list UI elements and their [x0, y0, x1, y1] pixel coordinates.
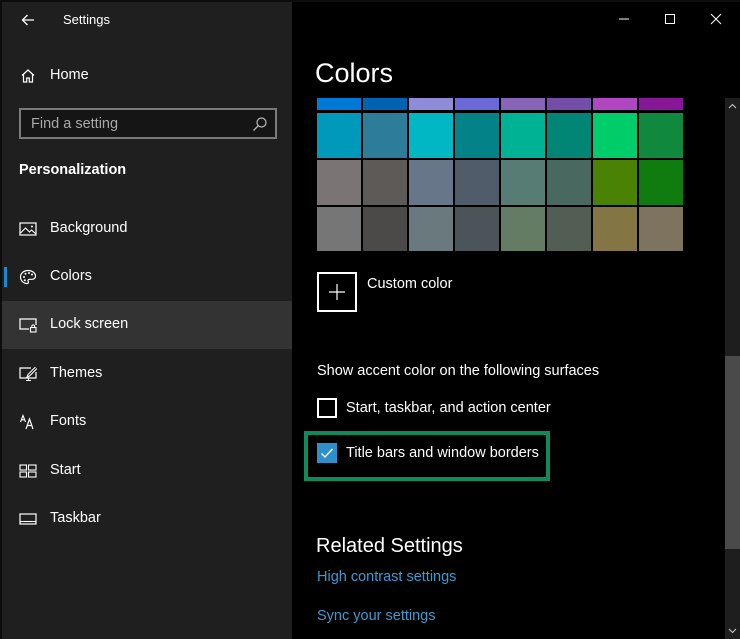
- main-content: Colors Custom color Show accent color on…: [292, 2, 740, 639]
- start-icon: [19, 464, 37, 478]
- sidebar: Settings Home Personalization Background…: [2, 2, 292, 639]
- color-swatch[interactable]: [455, 113, 499, 158]
- color-swatch[interactable]: [363, 160, 407, 205]
- sidebar-item-fonts[interactable]: Fonts: [2, 398, 292, 446]
- chevron-down-icon: [728, 628, 737, 634]
- start-taskbar-checkbox-row[interactable]: Start, taskbar, and action center: [317, 397, 551, 419]
- sidebar-item-colors[interactable]: Colors: [2, 253, 292, 301]
- sidebar-item-label: Taskbar: [50, 510, 101, 526]
- taskbar-icon: [19, 513, 37, 525]
- color-swatch[interactable]: [455, 160, 499, 205]
- color-swatch[interactable]: [455, 98, 499, 110]
- chevron-up-icon: [728, 103, 737, 109]
- color-swatch[interactable]: [363, 113, 407, 158]
- custom-color-button[interactable]: [317, 272, 357, 312]
- color-swatch[interactable]: [409, 113, 453, 158]
- search-box[interactable]: [19, 108, 277, 139]
- maximize-icon: [665, 14, 675, 24]
- home-nav-item[interactable]: Home: [2, 60, 292, 92]
- scroll-up-button[interactable]: [725, 98, 740, 114]
- title-bars-checkbox[interactable]: [317, 443, 337, 463]
- scroll-thumb[interactable]: [725, 356, 740, 549]
- sidebar-item-lock-screen[interactable]: Lock screen: [2, 301, 292, 349]
- high-contrast-link[interactable]: High contrast settings: [317, 569, 456, 585]
- color-swatch[interactable]: [317, 113, 361, 158]
- app-title: Settings: [63, 12, 110, 27]
- maximize-button[interactable]: [647, 2, 693, 36]
- themes-icon: [19, 366, 37, 382]
- settings-window: Settings Home Personalization Background…: [0, 0, 740, 639]
- sync-settings-link[interactable]: Sync your settings: [317, 608, 435, 624]
- color-swatch[interactable]: [593, 160, 637, 205]
- close-icon: [710, 13, 722, 25]
- sidebar-item-label: Fonts: [50, 413, 87, 429]
- color-swatch[interactable]: [593, 113, 637, 158]
- section-title: Personalization: [19, 162, 127, 178]
- color-swatch[interactable]: [409, 160, 453, 205]
- vertical-scrollbar[interactable]: [725, 98, 740, 639]
- scroll-down-button[interactable]: [725, 623, 740, 639]
- color-swatch[interactable]: [639, 113, 683, 158]
- plus-icon: [329, 284, 345, 300]
- color-swatch[interactable]: [501, 98, 545, 110]
- checkbox-label: Start, taskbar, and action center: [346, 400, 551, 416]
- sidebar-item-label: Colors: [50, 268, 92, 284]
- color-swatch[interactable]: [455, 207, 499, 251]
- color-swatch[interactable]: [593, 98, 637, 110]
- sidebar-item-label: Themes: [50, 365, 103, 381]
- color-swatch[interactable]: [639, 98, 683, 110]
- back-button[interactable]: [14, 6, 42, 34]
- close-button[interactable]: [693, 2, 739, 36]
- sidebar-item-label: Lock screen: [50, 316, 129, 332]
- arrow-left-icon: [21, 14, 34, 26]
- color-swatch[interactable]: [639, 160, 683, 205]
- color-swatch[interactable]: [409, 207, 453, 251]
- sidebar-item-themes[interactable]: Themes: [2, 350, 292, 398]
- search-icon[interactable]: [252, 116, 268, 132]
- search-input[interactable]: [21, 110, 241, 137]
- color-swatch[interactable]: [501, 207, 545, 251]
- sidebar-item-start[interactable]: Start: [2, 447, 292, 495]
- home-label: Home: [50, 67, 89, 83]
- minimize-icon: [619, 18, 629, 20]
- image-icon: [19, 222, 37, 236]
- start-taskbar-checkbox[interactable]: [317, 398, 337, 418]
- color-swatch[interactable]: [317, 207, 361, 251]
- color-swatch[interactable]: [317, 160, 361, 205]
- color-swatch[interactable]: [501, 160, 545, 205]
- sidebar-item-background[interactable]: Background: [2, 205, 292, 253]
- color-swatch[interactable]: [547, 207, 591, 251]
- color-swatch[interactable]: [593, 207, 637, 251]
- lock-screen-icon: [19, 318, 37, 333]
- color-swatch[interactable]: [639, 207, 683, 251]
- color-swatch[interactable]: [363, 98, 407, 110]
- checkmark-icon: [321, 448, 334, 459]
- home-icon: [21, 69, 35, 83]
- title-bars-checkbox-row[interactable]: Title bars and window borders: [317, 442, 539, 464]
- sidebar-item-taskbar[interactable]: Taskbar: [2, 495, 292, 543]
- checkbox-label: Title bars and window borders: [346, 445, 539, 461]
- sidebar-item-label: Start: [50, 462, 81, 478]
- surfaces-label: Show accent color on the following surfa…: [317, 363, 600, 379]
- color-swatch[interactable]: [547, 160, 591, 205]
- color-swatch[interactable]: [547, 98, 591, 110]
- related-settings-title: Related Settings: [316, 535, 463, 557]
- custom-color-label[interactable]: Custom color: [367, 276, 452, 292]
- color-swatch[interactable]: [363, 207, 407, 251]
- color-swatch[interactable]: [501, 113, 545, 158]
- palette-icon: [19, 269, 37, 285]
- color-swatch[interactable]: [547, 113, 591, 158]
- page-title: Colors: [315, 58, 394, 88]
- minimize-button[interactable]: [601, 2, 647, 36]
- sidebar-item-label: Background: [50, 220, 128, 236]
- color-swatch[interactable]: [409, 98, 453, 110]
- color-swatch[interactable]: [317, 98, 361, 110]
- selection-indicator: [4, 267, 7, 287]
- fonts-icon: [19, 414, 34, 430]
